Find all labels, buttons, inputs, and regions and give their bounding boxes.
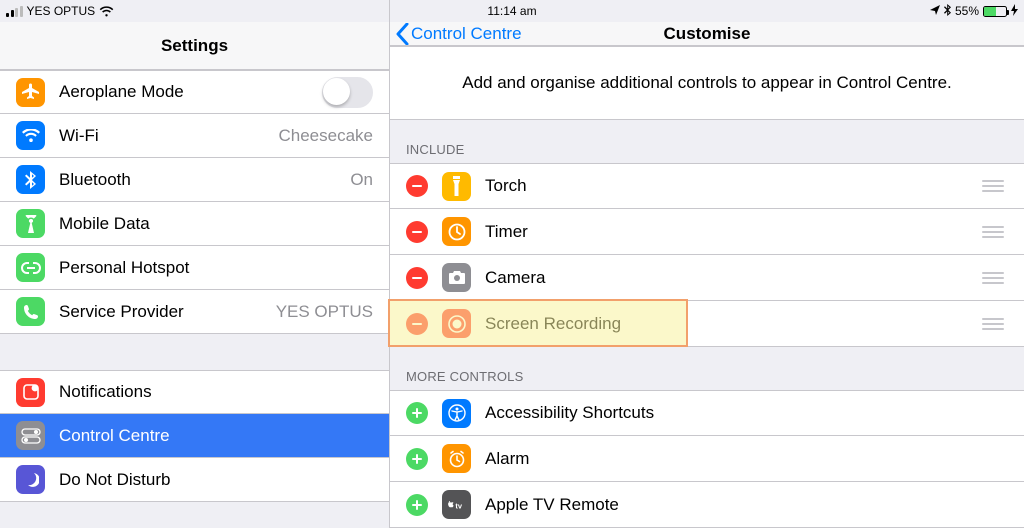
alarm-icon xyxy=(442,444,471,473)
row-detail: Cheesecake xyxy=(278,126,373,146)
screen: YES OPTUS 11:14 am 55% Settings xyxy=(0,0,1024,528)
camera-icon xyxy=(442,263,471,292)
row-label: Camera xyxy=(485,268,978,288)
remove-button[interactable] xyxy=(406,175,428,197)
more-controls-header: MORE CONTROLS xyxy=(390,347,1024,390)
row-label: Wi-Fi xyxy=(59,126,278,146)
notifications-icon xyxy=(16,378,45,407)
timer-icon xyxy=(442,217,471,246)
wifi-icon xyxy=(99,6,114,17)
bluetooth-icon xyxy=(16,165,45,194)
drag-handle-icon[interactable] xyxy=(978,268,1008,288)
battery-percent: 55% xyxy=(955,4,979,18)
settings-title: Settings xyxy=(161,36,228,56)
row-label: Screen Recording xyxy=(485,314,978,334)
more-row-apple-tv[interactable]: tv Apple TV Remote xyxy=(390,482,1024,528)
row-mobile-data[interactable]: Mobile Data xyxy=(0,202,389,246)
row-label: Aeroplane Mode xyxy=(59,82,322,102)
row-notifications[interactable]: Notifications xyxy=(0,370,389,414)
drag-handle-icon[interactable] xyxy=(978,314,1008,334)
settings-group-connectivity: Aeroplane Mode Wi-Fi Cheesecake Bluetoot… xyxy=(0,70,389,334)
charging-icon xyxy=(1011,4,1018,19)
drag-handle-icon[interactable] xyxy=(978,222,1008,242)
aeroplane-toggle[interactable] xyxy=(322,77,373,108)
location-icon xyxy=(930,4,940,18)
status-left: YES OPTUS xyxy=(6,4,114,18)
row-do-not-disturb[interactable]: Do Not Disturb xyxy=(0,458,389,502)
battery-fill xyxy=(984,7,996,16)
back-label: Control Centre xyxy=(411,24,522,44)
row-control-centre[interactable]: Control Centre xyxy=(0,414,389,458)
row-label: Mobile Data xyxy=(59,214,373,234)
link-icon xyxy=(16,253,45,282)
customise-title: Customise xyxy=(664,24,751,44)
row-service-provider[interactable]: Service Provider YES OPTUS xyxy=(0,290,389,334)
bluetooth-status-icon xyxy=(944,4,951,19)
row-wifi[interactable]: Wi-Fi Cheesecake xyxy=(0,114,389,158)
include-row-screen-recording[interactable]: Screen Recording xyxy=(390,301,1024,347)
airplane-icon xyxy=(16,78,45,107)
phone-icon xyxy=(16,297,45,326)
drag-handle-icon[interactable] xyxy=(978,176,1008,196)
add-button[interactable] xyxy=(406,448,428,470)
include-row-camera[interactable]: Camera xyxy=(390,255,1024,301)
include-row-timer[interactable]: Timer xyxy=(390,209,1024,255)
row-label: Apple TV Remote xyxy=(485,495,1008,515)
toggle-icon xyxy=(16,421,45,450)
include-list: Torch Timer Camera xyxy=(390,163,1024,347)
back-button[interactable]: Control Centre xyxy=(396,23,522,45)
customise-header: Control Centre Customise xyxy=(390,22,1024,46)
remove-button[interactable] xyxy=(406,221,428,243)
include-header: INCLUDE xyxy=(390,120,1024,163)
add-button[interactable] xyxy=(406,402,428,424)
customise-detail-panel: Control Centre Customise Add and organis… xyxy=(390,0,1024,528)
cell-signal-icon xyxy=(6,6,23,17)
antenna-icon xyxy=(16,209,45,238)
more-controls-list: Accessibility Shortcuts Alarm tv Apple T… xyxy=(390,390,1024,528)
add-button[interactable] xyxy=(406,494,428,516)
svg-text:tv: tv xyxy=(455,501,462,510)
include-row-torch[interactable]: Torch xyxy=(390,163,1024,209)
torch-icon xyxy=(442,172,471,201)
row-bluetooth[interactable]: Bluetooth On xyxy=(0,158,389,202)
status-right: 55% xyxy=(930,4,1018,19)
status-bar: YES OPTUS 11:14 am 55% xyxy=(0,0,1024,22)
settings-group-notifications: Notifications Control Centre Do Not Dist… xyxy=(0,370,389,502)
record-icon xyxy=(442,309,471,338)
row-label: Timer xyxy=(485,222,978,242)
row-label: Notifications xyxy=(59,382,373,402)
more-row-alarm[interactable]: Alarm xyxy=(390,436,1024,482)
more-row-accessibility[interactable]: Accessibility Shortcuts xyxy=(390,390,1024,436)
row-personal-hotspot[interactable]: Personal Hotspot xyxy=(0,246,389,290)
apple-tv-icon: tv xyxy=(442,490,471,519)
row-label: Bluetooth xyxy=(59,170,350,190)
accessibility-icon xyxy=(442,399,471,428)
remove-button[interactable] xyxy=(406,313,428,335)
row-label: Control Centre xyxy=(59,426,373,446)
status-time: 11:14 am xyxy=(487,4,536,18)
row-detail: YES OPTUS xyxy=(276,302,373,322)
row-label: Do Not Disturb xyxy=(59,470,373,490)
carrier-label: YES OPTUS xyxy=(27,4,96,18)
chevron-left-icon xyxy=(396,23,409,45)
row-aeroplane-mode[interactable]: Aeroplane Mode xyxy=(0,70,389,114)
wifi-icon xyxy=(16,121,45,150)
remove-button[interactable] xyxy=(406,267,428,289)
settings-header: Settings xyxy=(0,22,389,70)
moon-icon xyxy=(16,465,45,494)
row-detail: On xyxy=(350,170,373,190)
row-label: Alarm xyxy=(485,449,1008,469)
settings-master-panel: Settings Aeroplane Mode Wi-Fi Cheesecake xyxy=(0,0,390,528)
row-label: Accessibility Shortcuts xyxy=(485,403,1008,423)
intro-text: Add and organise additional controls to … xyxy=(390,46,1024,120)
row-label: Service Provider xyxy=(59,302,276,322)
row-label: Personal Hotspot xyxy=(59,258,373,278)
row-label: Torch xyxy=(485,176,978,196)
battery-icon xyxy=(983,6,1007,17)
